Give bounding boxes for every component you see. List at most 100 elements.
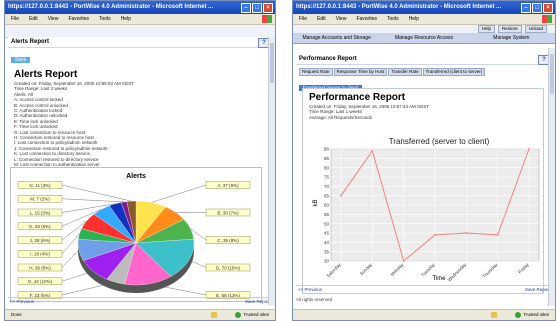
- save-report-link[interactable]: Save Report: [525, 286, 550, 294]
- pie-label: D, 70 (16%): [216, 265, 241, 270]
- page-header-label: Performance Report: [299, 56, 357, 62]
- menu-tools[interactable]: Tools: [99, 14, 111, 24]
- windows-logo-icon: [262, 15, 272, 23]
- minimize-icon[interactable]: –: [241, 3, 251, 13]
- window2-menubar: File Edit View Favorites Tools Help: [293, 14, 555, 25]
- window1-content: Alerts Report ? Save Alerts Report Creat…: [8, 37, 272, 302]
- pie-label: C, 35 (8%): [217, 238, 239, 243]
- report-title: Performance Report: [309, 92, 406, 103]
- subtab-request-rate[interactable]: Request Rate: [299, 68, 333, 76]
- unload-button[interactable]: Unload: [524, 25, 547, 33]
- menu-favorites[interactable]: Favorites: [68, 14, 89, 24]
- pie-label: J, 28 (6%): [30, 238, 51, 243]
- copyright-text: All rights reserved.: [296, 297, 334, 302]
- maximize-icon[interactable]: □: [252, 3, 262, 13]
- trusted-zone-icon: [515, 312, 522, 318]
- page-header: Performance Report ?: [296, 54, 552, 65]
- y-tick-label: 70: [324, 184, 330, 189]
- series-point: [434, 233, 436, 236]
- window2-statusbar: Trusted sites: [293, 309, 555, 320]
- window2-title: https://127.0.0.1:8443 - PortWise 4.0 Ad…: [296, 4, 502, 10]
- close-icon[interactable]: ×: [263, 3, 273, 13]
- pie-label: L, 15 (3%): [30, 210, 51, 215]
- restore-button[interactable]: Restore: [497, 25, 522, 33]
- y-tick-label: 30: [324, 259, 330, 264]
- chart-title: Transferred (server to client): [389, 137, 490, 146]
- menu-favorites[interactable]: Favorites: [356, 14, 377, 24]
- report-meta: Created on: Friday, September 16, 2005 1…: [309, 104, 543, 120]
- y-tick-label: 35: [324, 249, 330, 254]
- menu-file[interactable]: File: [11, 14, 19, 24]
- nav-resource-access[interactable]: Manage Resource Access: [380, 33, 467, 43]
- series-point: [371, 149, 374, 152]
- menu-view[interactable]: View: [48, 14, 59, 24]
- save-report-link[interactable]: Save Report: [245, 298, 270, 306]
- menu-view[interactable]: View: [336, 14, 347, 24]
- pie-label: N, 11 (3%): [29, 183, 51, 188]
- nav-accounts-storage[interactable]: Manage Accounts and Storage: [293, 33, 380, 43]
- minimize-icon[interactable]: –: [521, 3, 531, 13]
- y-tick-label: 75: [324, 175, 330, 180]
- previous-link[interactable]: << Previous: [298, 286, 322, 294]
- y-tick-label: 50: [324, 221, 330, 226]
- window1-titlebar[interactable]: https://127.0.0.1:8443 - PortWise 4.0 Ad…: [5, 1, 275, 14]
- pie-label: G, 42 (10%): [28, 279, 53, 284]
- y-tick-label: 55: [324, 212, 330, 217]
- menu-edit[interactable]: Edit: [29, 14, 38, 24]
- window2-titlebar[interactable]: https://127.0.0.1:8443 - PortWise 4.0 Ad…: [293, 1, 555, 14]
- subtab-response-time[interactable]: Response Time by Host: [333, 68, 388, 76]
- x-tick-label: Sunday: [359, 262, 374, 277]
- pie-label: I, 18 (4%): [30, 252, 50, 257]
- windows-logo-icon: [542, 15, 552, 23]
- window2-scrollbar[interactable]: [548, 48, 555, 306]
- y-tick-label: 85: [324, 156, 330, 161]
- series-point: [402, 260, 405, 262]
- menu-file[interactable]: File: [299, 14, 307, 24]
- menu-edit[interactable]: Edit: [317, 14, 326, 24]
- window1-scrollbar[interactable]: [268, 37, 275, 305]
- alerts-browser-window: https://127.0.0.1:8443 - PortWise 4.0 Ad…: [4, 0, 276, 321]
- scroll-thumb[interactable]: [550, 54, 554, 94]
- window2-content: Performance Report ? Request Rate Respon…: [296, 48, 552, 294]
- pie-label: K, 23 (5%): [29, 224, 51, 229]
- x-tick-label: Saturday: [325, 262, 342, 279]
- maximize-icon[interactable]: □: [532, 3, 542, 13]
- pie-label: B, 30 (7%): [217, 210, 239, 215]
- top-buttons: Help Restore Unload: [293, 25, 555, 33]
- nav-system[interactable]: Manage System: [468, 33, 555, 43]
- series-point: [528, 148, 530, 150]
- pie-label: A, 37 (9%): [217, 183, 239, 188]
- scroll-thumb[interactable]: [270, 43, 274, 83]
- window1-statusbar: Done Trusted sites: [5, 309, 275, 320]
- help-top-button[interactable]: Help: [477, 25, 495, 33]
- security-zone: Trusted sites: [515, 310, 549, 320]
- save-button[interactable]: Save: [11, 57, 31, 63]
- y-tick-label: 90: [324, 147, 330, 152]
- series-point: [465, 232, 468, 234]
- menu-tools[interactable]: Tools: [387, 14, 399, 24]
- x-tick-label: Thursday: [482, 262, 499, 279]
- subtab-transfer-rate[interactable]: Transfer Rate: [388, 68, 422, 76]
- menu-help[interactable]: Help: [409, 14, 419, 24]
- x-tick-label: Wednesday: [447, 262, 468, 283]
- alerts-pie-chart: Alerts N, 11 (3%) M, 7 (2%) L, 15 (3%) K, 2…: [10, 167, 262, 302]
- zone-label: Trusted sites: [523, 312, 549, 317]
- main-nav: Manage Accounts and Storage Manage Resou…: [293, 33, 555, 44]
- performance-browser-window: https://127.0.0.1:8443 - PortWise 4.0 Ad…: [292, 0, 556, 321]
- report-box: Performance Report Created on: Friday, S…: [302, 88, 544, 294]
- lock-icon: [491, 312, 497, 318]
- pie-label: M, 7 (2%): [30, 197, 50, 202]
- close-icon[interactable]: ×: [543, 3, 553, 13]
- trusted-zone-icon: [235, 312, 242, 318]
- y-tick-label: 45: [324, 231, 330, 236]
- report-title: Alerts Report: [14, 69, 78, 80]
- pie-label: H, 36 (8%): [29, 265, 51, 270]
- menu-help[interactable]: Help: [121, 14, 131, 24]
- chart-title: Alerts: [126, 173, 146, 180]
- subtab-client-to-server[interactable]: Transferred (client to server): [422, 68, 486, 76]
- x-tick-label: Friday: [517, 262, 530, 275]
- previous-link[interactable]: << Previous: [10, 298, 34, 306]
- window1-footer: << Previous Save Report: [8, 297, 272, 306]
- y-axis-label: kB: [313, 199, 319, 206]
- transfer-line-chart: Transferred (server to client) 30 35 40 45 5…: [313, 137, 540, 283]
